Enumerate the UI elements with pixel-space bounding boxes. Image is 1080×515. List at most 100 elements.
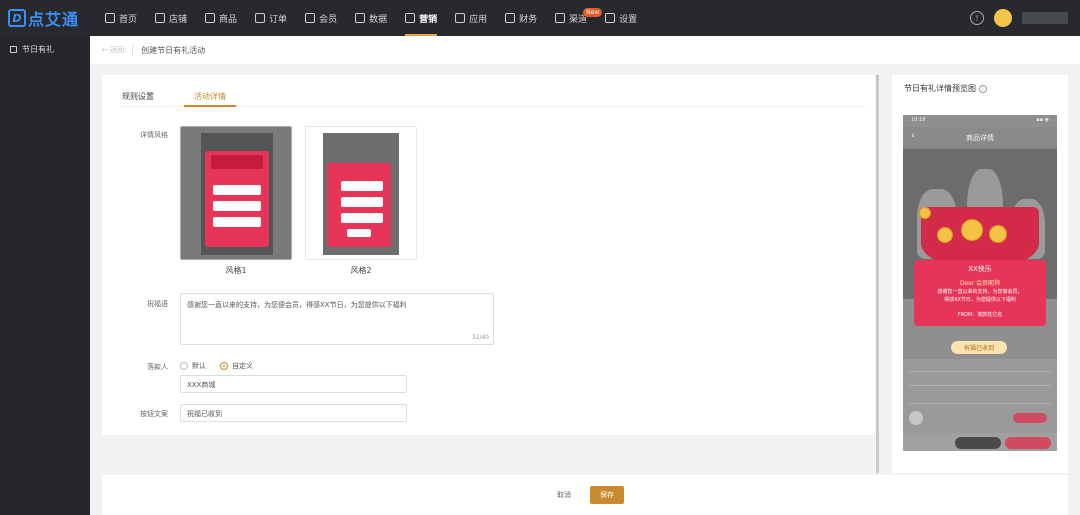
- nav-item-data[interactable]: 数据: [355, 0, 387, 36]
- tag-icon: [405, 13, 416, 23]
- card-from: FROM：落款姓它名: [957, 312, 1003, 318]
- info-line: [909, 371, 1051, 372]
- signer-default-radio[interactable]: 默认: [180, 361, 206, 371]
- blessing-textarea[interactable]: 感谢您一直以来的支持，为您便会员，得感XX节日，为您提供以下福利 32/40: [180, 293, 494, 345]
- channel-icon: [555, 13, 566, 23]
- thumb-card: [205, 151, 269, 247]
- nav-item-home[interactable]: 首页: [105, 0, 137, 36]
- card-line-2: 得感XX节日，为您提供以下福利: [944, 297, 1016, 303]
- chevron-left-icon: ‹: [911, 131, 915, 141]
- phone-time: 10:18: [911, 117, 926, 123]
- gift-icon: [10, 46, 17, 53]
- cancel-button[interactable]: 取消: [545, 486, 583, 504]
- logo[interactable]: D 点艾通: [8, 8, 80, 29]
- info-line: [909, 403, 1051, 404]
- nav-label: 设置: [619, 14, 638, 25]
- radio-dot: [220, 362, 228, 370]
- nav-item-shop[interactable]: 店铺: [155, 0, 187, 36]
- nav-item-marketing[interactable]: 营销: [405, 0, 438, 36]
- nav-label: 商品: [219, 14, 238, 25]
- nav-item-app[interactable]: 应用: [455, 0, 487, 36]
- coin-icon: [989, 225, 1007, 243]
- info-icon[interactable]: i: [979, 84, 987, 93]
- button-text-input[interactable]: 祝福已收到: [180, 404, 407, 422]
- nav-item-settings[interactable]: 设置: [605, 0, 637, 36]
- char-counter: 32/40: [471, 334, 489, 341]
- card-greeting: Dear 会员昵称: [959, 280, 1001, 287]
- radio-label: 默认: [192, 362, 206, 370]
- top-navbar: D 点艾通 首页 店铺 商品 订单 会员 数据 营销 应用 财务 渠道 New 设…: [0, 0, 1080, 36]
- back-label: 返回: [110, 46, 125, 54]
- nav-label: 数据: [369, 14, 388, 25]
- username-placeholder[interactable]: [1022, 12, 1068, 24]
- style-label: 详情风格: [140, 131, 168, 139]
- style-thumb: [201, 133, 273, 255]
- thumb-line: [341, 197, 383, 207]
- thumb-line: [341, 181, 383, 191]
- back-link[interactable]: ← 返回: [102, 45, 124, 55]
- preview-panel: 节日有礼详情预览图 i 10:18 ▪▪ ◉ 商品详情 ‹ XX快乐 Dear 会员…: [892, 75, 1068, 473]
- notification-icon[interactable]: !: [970, 11, 984, 25]
- tab-activity-details[interactable]: 活动详情: [184, 87, 236, 107]
- blessing-received-button[interactable]: 祝福已收到: [951, 341, 1007, 354]
- greeting-card: XX快乐 Dear 会员昵称 感谢您一直以来的支持，为您做会员， 得感XX节日，…: [914, 260, 1046, 326]
- coin-icon: [961, 219, 983, 241]
- info-line: [909, 385, 1051, 386]
- style-option-2[interactable]: [305, 126, 417, 260]
- coin-icon: [937, 227, 953, 243]
- nav-item-finance[interactable]: 财务: [505, 0, 537, 36]
- button-text-label: 按钮文案: [140, 410, 168, 418]
- main-nav: 首页 店铺 商品 订单 会员 数据 营销 应用 财务 渠道 New 设置: [105, 0, 655, 36]
- nav-item-channel[interactable]: 渠道 New: [555, 0, 603, 36]
- nav-label: 订单: [269, 14, 288, 25]
- card-line-1: 感谢您一直以来的支持，为您做会员，: [937, 289, 1023, 295]
- order-icon: [255, 13, 266, 23]
- add-cart-button: [955, 437, 1001, 449]
- logo-text: 点艾通: [28, 10, 80, 29]
- style-caption-2: 风格2: [350, 266, 372, 275]
- phone-header: 商品详情: [903, 127, 1057, 149]
- signer-input[interactable]: XXX商城: [180, 375, 407, 393]
- sidebar-item-festival-gift[interactable]: 节日有礼: [0, 36, 90, 55]
- thumb-button: [347, 229, 371, 237]
- thumb-header: [211, 155, 263, 169]
- nav-item-order[interactable]: 订单: [255, 0, 287, 36]
- finance-icon: [505, 13, 516, 23]
- thumb-line: [213, 217, 261, 227]
- nav-label: 应用: [469, 14, 488, 25]
- blessing-value: 感谢您一直以来的支持，为您便会员，得感XX节日，为您提供以下福利: [187, 301, 407, 309]
- nav-label: 财务: [519, 14, 538, 25]
- sidebar: 节日有礼: [0, 36, 90, 515]
- signal-icon: ▪▪ ◉: [1036, 117, 1049, 123]
- avatar[interactable]: [994, 9, 1012, 27]
- preview-title-text: 节日有礼详情预览图: [904, 84, 976, 93]
- preview-title: 节日有礼详情预览图 i: [904, 83, 987, 94]
- style-thumb: [323, 133, 399, 255]
- seller-avatar: [909, 411, 923, 425]
- follow-button: [1013, 413, 1047, 423]
- gear-icon: [605, 13, 616, 23]
- style-caption-1: 风格1: [225, 266, 247, 275]
- nav-item-goods[interactable]: 商品: [205, 0, 237, 36]
- divider: [132, 45, 134, 55]
- phone-preview: 10:18 ▪▪ ◉ 商品详情 ‹ XX快乐 Dear 会员昵称 感谢您一直以来的…: [903, 115, 1057, 451]
- signer-radio-group: 默认 自定义: [180, 361, 253, 371]
- data-icon: [355, 13, 366, 23]
- page-title: 创建节日有礼活动: [141, 45, 206, 55]
- save-button[interactable]: 保存: [590, 486, 624, 504]
- thumb-line: [213, 201, 261, 211]
- nav-label: 营销: [419, 14, 438, 25]
- scrollbar[interactable]: [876, 75, 879, 473]
- app-icon: [455, 13, 466, 23]
- phone-status-bar: 10:18 ▪▪ ◉: [903, 115, 1057, 127]
- style-option-1[interactable]: [180, 126, 292, 260]
- new-badge: New: [583, 8, 603, 17]
- thumb-line: [213, 185, 261, 195]
- shop-icon: [155, 13, 166, 23]
- breadcrumb: ← 返回 创建节日有礼活动: [90, 36, 1080, 64]
- radio-label: 自定义: [232, 362, 253, 370]
- tab-rule-settings[interactable]: 规则设置: [120, 87, 156, 107]
- member-icon: [305, 13, 316, 23]
- signer-custom-radio[interactable]: 自定义: [220, 361, 253, 371]
- nav-item-member[interactable]: 会员: [305, 0, 337, 36]
